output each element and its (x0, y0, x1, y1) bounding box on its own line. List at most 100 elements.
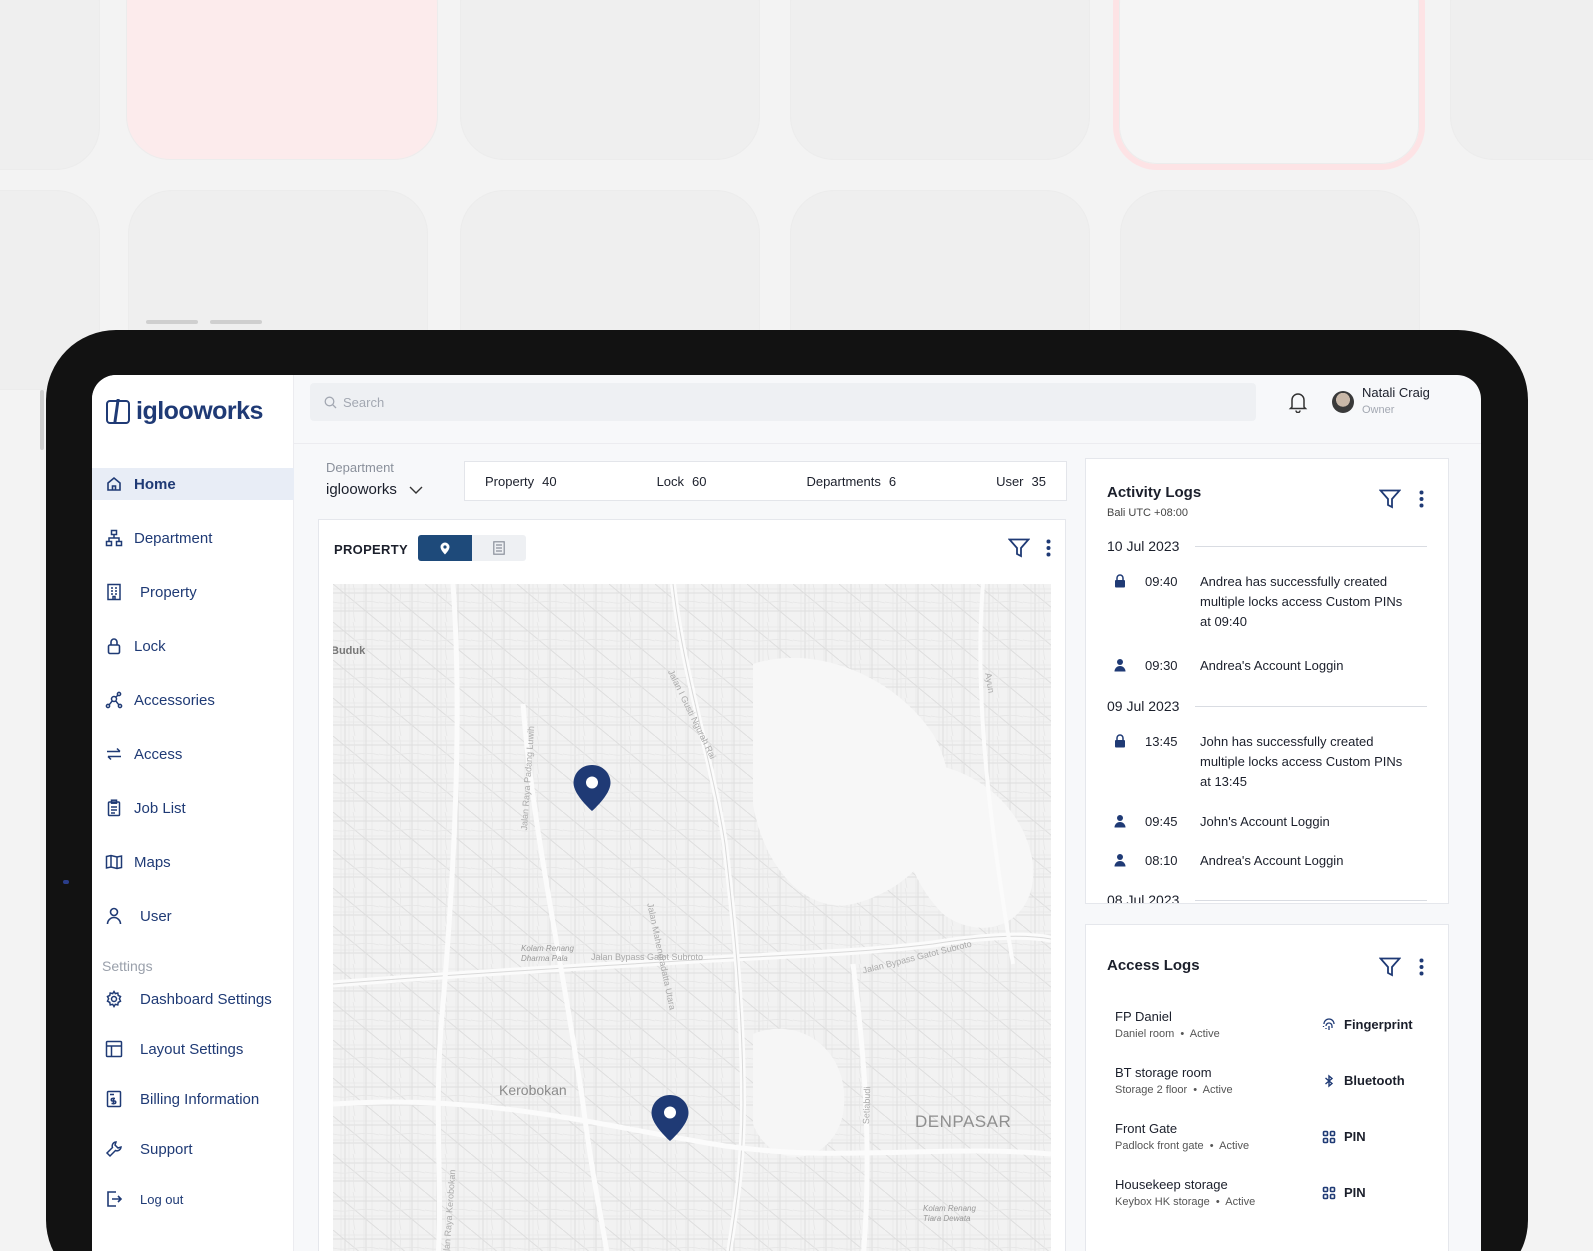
sidebar-item-label: Maps (134, 853, 171, 871)
sidebar-item-label: Log out (140, 1191, 184, 1207)
sidebar-item-support[interactable]: Support (92, 1133, 294, 1165)
stat-label: Lock (656, 473, 685, 489)
access-location: Padlock front gate (1115, 1140, 1204, 1152)
sidebar-item-user[interactable]: User (92, 900, 294, 932)
access-log-item[interactable]: Front Gate Padlock front gate • Active P… (1115, 1121, 1435, 1152)
map-pin[interactable] (572, 764, 612, 812)
user-icon (104, 906, 124, 926)
list-view-button[interactable] (472, 535, 526, 561)
sidebar-item-label: Access (134, 745, 183, 763)
map-icon (104, 852, 124, 872)
access-method-label: PIN (1344, 1129, 1366, 1144)
more-vertical-icon[interactable] (1046, 539, 1051, 557)
stat-property: Property 40 (485, 474, 557, 489)
arrows-icon (104, 744, 124, 764)
filter-icon[interactable] (1008, 538, 1030, 558)
property-map[interactable]: Buduk Kerobokan DENPASAR Jalan Bypass Ga… (333, 584, 1051, 1251)
search-input[interactable]: Search (310, 383, 1256, 421)
home-icon (104, 474, 124, 494)
sidebar-item-property[interactable]: Property (92, 576, 294, 608)
building-icon (104, 582, 124, 602)
access-logs-title: Access Logs (1107, 957, 1200, 974)
log-date-header: 09 Jul 2023 (1107, 698, 1427, 714)
sidebar-item-label: User (140, 907, 172, 925)
sidebar-item-dashboard-settings[interactable]: Dashboard Settings (92, 983, 294, 1015)
clipboard-icon (104, 798, 124, 818)
activity-logs-actions (1379, 489, 1424, 509)
avatar[interactable] (1332, 391, 1354, 413)
log-date: 10 Jul 2023 (1107, 538, 1180, 554)
access-log-item[interactable]: Housekeep storage Keybox HK storage • Ac… (1115, 1177, 1435, 1208)
sidebar-item-job-list[interactable]: Job List (92, 792, 294, 824)
log-text: Andrea's Account Loggin (1200, 658, 1344, 673)
stat-value: 60 (692, 473, 707, 489)
log-date-header: 10 Jul 2023 (1107, 538, 1427, 554)
department-value: iglooworks (326, 481, 397, 498)
map-label-buduk: Buduk (333, 645, 366, 657)
access-location: Storage 2 floor (1115, 1084, 1188, 1096)
log-entry[interactable]: 09:45 John's Account Loggin (1114, 812, 1414, 834)
tablet-button (210, 320, 262, 324)
search-icon (324, 396, 337, 408)
log-text: John has successfully created multiple l… (1200, 734, 1403, 789)
sidebar-item-accessories[interactable]: Accessories (92, 684, 294, 716)
sidebar-item-lock[interactable]: Lock (92, 630, 294, 662)
logo-text: iglooworks (136, 397, 263, 425)
log-entry[interactable]: 09:30 Andrea's Account Loggin (1114, 656, 1414, 678)
sidebar-item-layout-settings[interactable]: Layout Settings (92, 1033, 294, 1065)
access-logs-panel: Access Logs FP Daniel Daniel room • Acti… (1085, 924, 1449, 1251)
map-label-road: Setiabudi (861, 1086, 873, 1125)
map-label-pool: Kolam Renang Tiara Dewata (923, 1204, 976, 1223)
sidebar-item-department[interactable]: Department (92, 522, 294, 554)
more-vertical-icon[interactable] (1419, 490, 1424, 508)
sidebar: iglooworks Home Department Property Lock… (92, 375, 294, 1251)
user-icon (1114, 812, 1128, 834)
map-pin[interactable] (650, 1094, 690, 1142)
log-time: 08:10 (1145, 853, 1178, 868)
activity-logs-timezone: Bali UTC +08:00 (1107, 507, 1189, 519)
log-entry[interactable]: 08:10 Andrea's Account Loggin (1114, 851, 1414, 873)
filter-icon[interactable] (1379, 489, 1401, 509)
log-text: Andrea's Account Loggin (1200, 853, 1344, 868)
stat-value: 6 (888, 473, 897, 489)
access-status: Active (1189, 1028, 1220, 1040)
sidebar-item-label: Accessories (134, 691, 215, 709)
access-location: Keybox HK storage (1115, 1196, 1210, 1208)
bell-icon[interactable] (1288, 391, 1308, 413)
access-status: Active (1202, 1084, 1233, 1096)
sidebar-item-maps[interactable]: Maps (92, 846, 294, 878)
log-date-header: 08 Jul 2023 (1107, 892, 1427, 903)
access-log-item[interactable]: FP Daniel Daniel room • Active Fingerpri… (1115, 1009, 1435, 1040)
log-entry[interactable]: 13:45 John has successfully created mult… (1114, 732, 1414, 792)
sidebar-item-billing-information[interactable]: Billing Information (92, 1083, 294, 1115)
log-text: John's Account Loggin (1200, 814, 1330, 829)
gear-icon (104, 989, 124, 1009)
sidebar-item-label: Billing Information (140, 1090, 260, 1108)
tablet-button (146, 320, 198, 324)
sidebar-item-home[interactable]: Home (92, 468, 294, 500)
pin-grid-icon (1322, 1130, 1336, 1143)
more-vertical-icon[interactable] (1419, 958, 1424, 976)
app-screen: iglooworks Home Department Property Lock… (92, 375, 1481, 1251)
sidebar-item-label: Property (140, 583, 197, 601)
log-entry[interactable]: 09:40 Andrea has successfully created mu… (1114, 572, 1414, 632)
user-role: Owner (1362, 404, 1395, 416)
department-select[interactable]: iglooworks (326, 481, 423, 498)
date-divider (1195, 705, 1427, 707)
list-icon (493, 541, 505, 555)
sidebar-item-log-out[interactable]: Log out (92, 1183, 294, 1215)
access-method-label: Bluetooth (1344, 1073, 1405, 1088)
map-label-kerobokan: Kerobokan (499, 1082, 567, 1098)
stat-value: 40 (542, 473, 557, 489)
access-method: PIN (1322, 1129, 1366, 1144)
access-method: Fingerprint (1322, 1017, 1413, 1032)
lock-icon (1114, 732, 1128, 792)
map-view-button[interactable] (418, 535, 472, 561)
access-log-item[interactable]: BT storage room Storage 2 floor • Active… (1115, 1065, 1435, 1096)
access-status: Active (1225, 1196, 1256, 1208)
sidebar-item-access[interactable]: Access (92, 738, 294, 770)
filter-icon[interactable] (1379, 957, 1401, 977)
logo[interactable]: iglooworks (106, 397, 263, 426)
stat-departments: Departments 6 (806, 474, 896, 489)
location-icon (440, 542, 450, 554)
